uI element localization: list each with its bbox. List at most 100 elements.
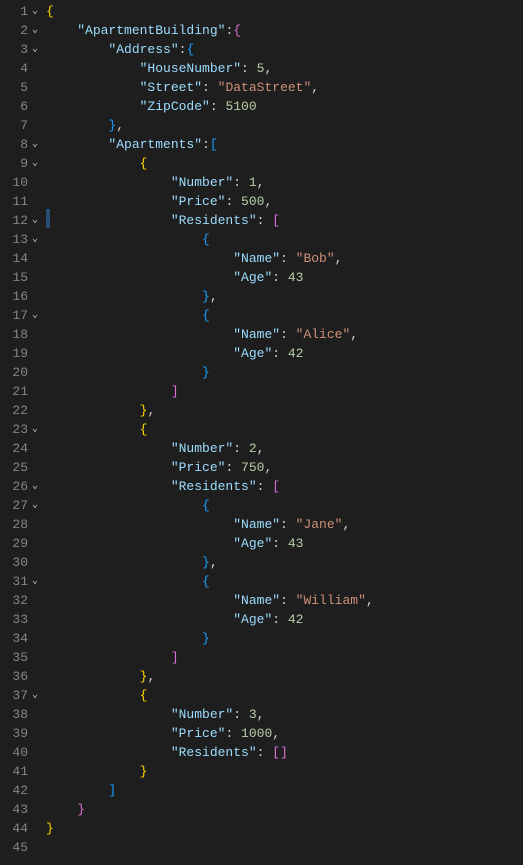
fold-toggle-icon[interactable]: ⌄ [28,154,42,173]
gutter-row: 11 [0,192,46,211]
json-key: "Address" [108,42,178,57]
line-number: 8 [0,135,28,154]
line-number: 7 [0,116,28,135]
line-number: 29 [0,534,28,553]
code-line: "Residents": [ [46,477,374,496]
gutter-row: 32 [0,591,46,610]
line-number: 27 [0,496,28,515]
gutter-row: 3⌄ [0,40,46,59]
code-line [46,838,374,857]
code-line: ] [46,648,374,667]
code-line: }, [46,553,374,572]
code-line: { [46,306,374,325]
gutter-row: 45 [0,838,46,857]
code-line: } [46,629,374,648]
code-line: "Name": "Bob", [46,249,374,268]
code-line: "Age": 43 [46,534,374,553]
gutter-row: 6 [0,97,46,116]
gutter-row: 12⌄ [0,211,46,230]
line-number: 12 [0,211,28,230]
line-number: 2 [0,21,28,40]
gutter-row: 38 [0,705,46,724]
gutter-row: 24 [0,439,46,458]
code-line: "HouseNumber": 5, [46,59,374,78]
fold-toggle-icon[interactable]: ⌄ [28,40,42,59]
gutter-row: 20 [0,363,46,382]
json-number: 43 [288,536,304,551]
line-number: 19 [0,344,28,363]
gutter-row: 25 [0,458,46,477]
gutter-row: 33 [0,610,46,629]
line-number: 5 [0,78,28,97]
json-key: "Name" [233,251,280,266]
gutter-row: 22 [0,401,46,420]
line-number: 32 [0,591,28,610]
gutter-row: 36 [0,667,46,686]
fold-toggle-icon[interactable]: ⌄ [28,496,42,515]
line-number: 4 [0,59,28,78]
line-number: 9 [0,154,28,173]
line-number: 24 [0,439,28,458]
json-number: 43 [288,270,304,285]
fold-toggle-icon[interactable]: ⌄ [28,211,42,230]
line-number: 3 [0,40,28,59]
gutter-row: 7 [0,116,46,135]
gutter-row: 4 [0,59,46,78]
code-line: { [46,572,374,591]
json-number: 1000 [241,726,272,741]
line-number: 1 [0,2,28,21]
json-key: "Number" [171,175,233,190]
json-number: 1 [249,175,257,190]
json-key: "Street" [140,80,202,95]
gutter-row: 2⌄ [0,21,46,40]
fold-toggle-icon[interactable]: ⌄ [28,2,42,21]
code-line: "Name": "Alice", [46,325,374,344]
line-number: 42 [0,781,28,800]
line-number: 35 [0,648,28,667]
json-key: "Price" [171,460,226,475]
fold-toggle-icon[interactable]: ⌄ [28,306,42,325]
gutter-row: 5 [0,78,46,97]
gutter-row: 34 [0,629,46,648]
code-line: "ApartmentBuilding":{ [46,21,374,40]
gutter-row: 21 [0,382,46,401]
json-number: 750 [241,460,264,475]
line-number: 37 [0,686,28,705]
line-number: 44 [0,819,28,838]
gutter-row: 14 [0,249,46,268]
gutter-row: 26⌄ [0,477,46,496]
fold-toggle-icon[interactable]: ⌄ [28,420,42,439]
line-number: 15 [0,268,28,287]
fold-toggle-icon[interactable]: ⌄ [28,477,42,496]
gutter-row: 31⌄ [0,572,46,591]
json-key: "Price" [171,194,226,209]
code-line: "Apartments":[ [46,135,374,154]
json-key: "HouseNumber" [140,61,241,76]
gutter-row: 40 [0,743,46,762]
json-key: "Age" [233,612,272,627]
code-line: "Name": "William", [46,591,374,610]
fold-toggle-icon[interactable]: ⌄ [28,21,42,40]
json-key: "Residents" [171,479,257,494]
json-number: 2 [249,441,257,456]
code-line: { [46,2,374,21]
json-key: "Price" [171,726,226,741]
json-number: 3 [249,707,257,722]
json-number: 500 [241,194,264,209]
gutter-row: 18 [0,325,46,344]
line-number: 34 [0,629,28,648]
json-key: "Name" [233,327,280,342]
fold-toggle-icon[interactable]: ⌄ [28,135,42,154]
code-line: } [46,800,374,819]
line-number: 39 [0,724,28,743]
line-number: 20 [0,363,28,382]
fold-toggle-icon[interactable]: ⌄ [28,686,42,705]
fold-toggle-icon[interactable]: ⌄ [28,230,42,249]
fold-toggle-icon[interactable]: ⌄ [28,572,42,591]
code-area[interactable]: { "ApartmentBuilding":{ "Address":{ "Hou… [46,0,374,857]
line-number: 25 [0,458,28,477]
line-number: 31 [0,572,28,591]
gutter-row: 28 [0,515,46,534]
gutter-row: 27⌄ [0,496,46,515]
gutter-row: 16 [0,287,46,306]
